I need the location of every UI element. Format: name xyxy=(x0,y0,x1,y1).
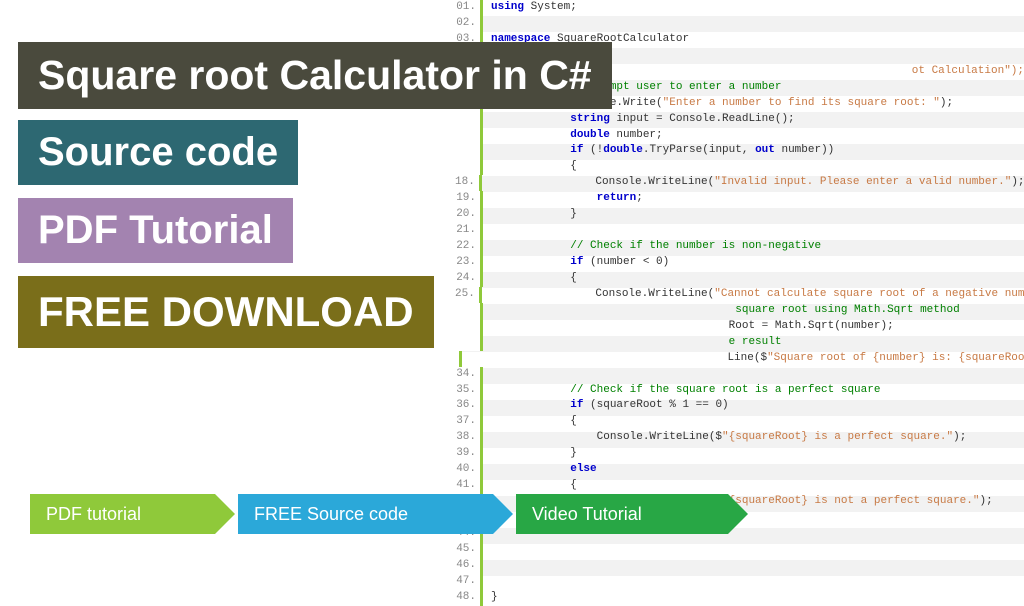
pdf-tutorial-banner: PDF Tutorial xyxy=(18,198,293,263)
free-source-code-arrow[interactable]: FREE Source code xyxy=(238,494,493,534)
pdf-tutorial-arrow[interactable]: PDF tutorial xyxy=(30,494,215,534)
title-banner: Square root Calculator in C# xyxy=(18,42,612,109)
free-download-banner: FREE DOWNLOAD xyxy=(18,276,434,348)
source-code-banner: Source code xyxy=(18,120,298,185)
video-tutorial-arrow[interactable]: Video Tutorial xyxy=(516,494,728,534)
